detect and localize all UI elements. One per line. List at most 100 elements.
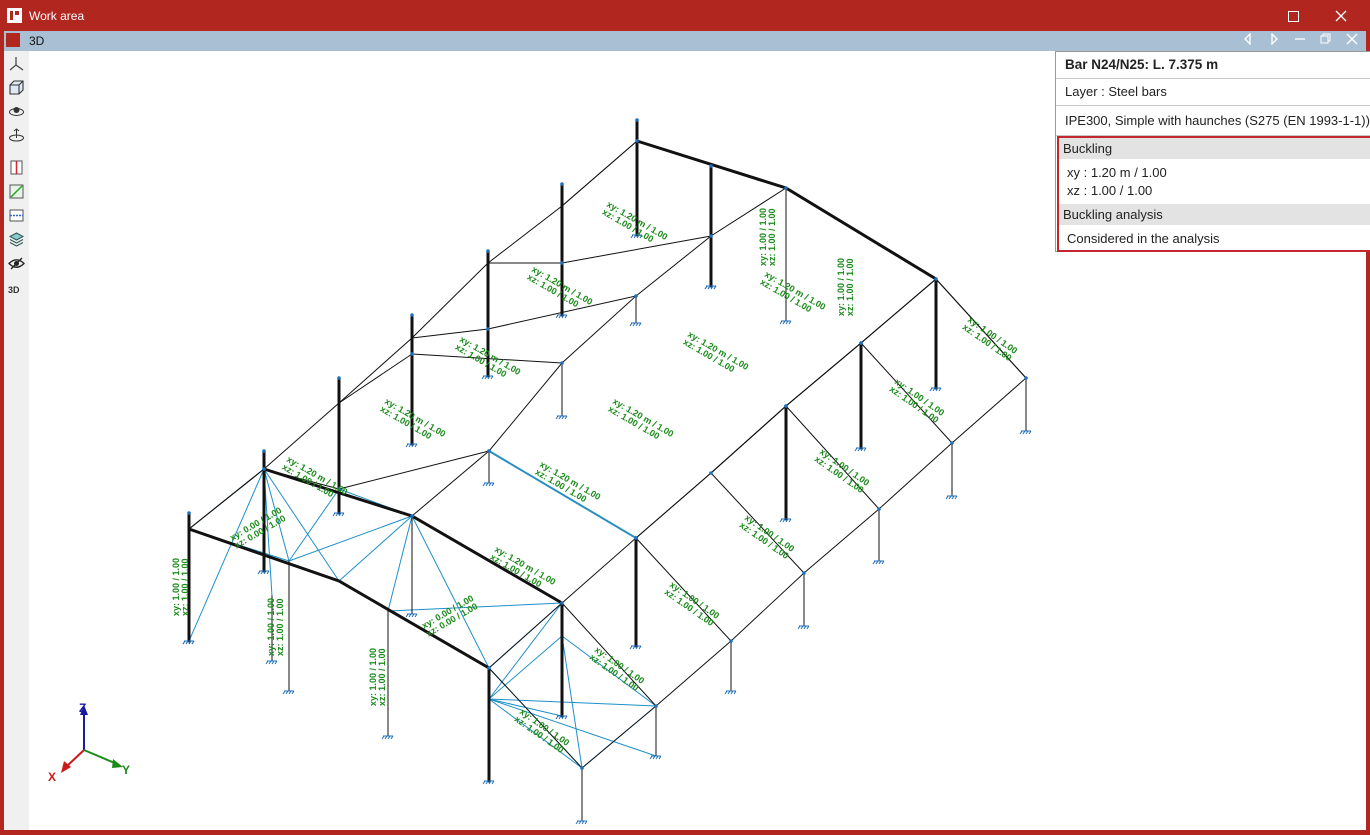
support-icon xyxy=(854,447,867,452)
support-icon xyxy=(929,387,942,392)
support-icon xyxy=(629,322,642,327)
support-icon xyxy=(282,690,295,695)
node-point xyxy=(560,361,564,365)
node-point xyxy=(934,277,938,281)
node-point xyxy=(410,352,414,356)
support-icon xyxy=(555,415,568,420)
restore-view-button[interactable] xyxy=(1314,31,1338,51)
node-point xyxy=(729,639,733,643)
node-point xyxy=(802,571,806,575)
chevron-left-icon xyxy=(1244,32,1251,46)
node-point xyxy=(262,467,266,471)
support-icon xyxy=(182,640,195,645)
bar-layer: Layer : Steel bars xyxy=(1056,79,1370,106)
node-point xyxy=(709,471,713,475)
node-point xyxy=(486,249,490,253)
axis-x-label: X xyxy=(48,770,56,781)
pan-icon[interactable] xyxy=(8,127,25,144)
node-point xyxy=(486,327,490,331)
node-point xyxy=(262,449,266,453)
bracing-member xyxy=(338,515,413,582)
node-point xyxy=(950,441,954,445)
axis-y-label: Y xyxy=(122,763,130,777)
frame-rafter xyxy=(411,328,489,339)
visibility-icon[interactable] xyxy=(8,255,25,272)
plane-icon[interactable] xyxy=(8,207,25,224)
3d-settings-icon[interactable]: 3D xyxy=(8,285,25,302)
orbit-icon[interactable] xyxy=(8,103,25,120)
view-tab-bar: 3D xyxy=(4,31,1366,51)
axis-triad: Z Y X xyxy=(48,701,130,781)
support-icon xyxy=(555,715,568,720)
rafter-label: xy: 1.20 m / 1.00xz: 1.00 / 1.00 xyxy=(601,199,670,250)
layers-icon[interactable] xyxy=(8,231,25,248)
view-tab-label[interactable]: 3D xyxy=(29,34,44,48)
rafter-far xyxy=(860,278,937,344)
support-icon xyxy=(257,570,270,575)
support-icon xyxy=(779,320,792,325)
support-icon xyxy=(629,645,642,650)
minimize-view-button[interactable] xyxy=(1288,31,1312,51)
prev-view-button[interactable] xyxy=(1236,31,1260,51)
close-button[interactable] xyxy=(1318,0,1364,31)
axes-icon[interactable] xyxy=(8,55,25,72)
node-point xyxy=(709,164,713,168)
rafter-label: xy: 1.20 m / 1.00xz: 1.00 / 1.00 xyxy=(489,544,558,595)
minimize-icon xyxy=(1295,38,1305,40)
rafter-label: xy: 1.20 m / 1.00xz: 1.00 / 1.00 xyxy=(759,269,828,320)
close-view-button[interactable] xyxy=(1340,31,1364,51)
bracing-member xyxy=(387,515,413,612)
selected-bar-n24-n25 xyxy=(488,450,637,539)
beam-label: xy: 1.00 / 1.00xz: 1.00 / 1.00 xyxy=(961,314,1019,363)
front-column-label: xy: 1.00 / 1.00xz: 1.00 / 1.00 xyxy=(266,598,285,656)
next-view-button[interactable] xyxy=(1262,31,1286,51)
support-icon xyxy=(575,820,588,825)
support-icon xyxy=(405,443,418,448)
bracing-member xyxy=(488,602,563,700)
maximize-button[interactable] xyxy=(1270,0,1316,31)
support-icon xyxy=(555,314,568,319)
close-view-icon xyxy=(1346,33,1358,45)
node-point xyxy=(560,261,564,265)
support-icon xyxy=(265,660,278,665)
rafter-far xyxy=(710,405,787,474)
section-icon[interactable] xyxy=(8,159,25,176)
buckling-analysis-title: Buckling analysis xyxy=(1059,204,1370,225)
front-column-label: xy: 1.00 / 1.00xz: 1.00 / 1.00 xyxy=(171,558,190,616)
buckling-highlight-box: Buckling xy : 1.20 m / 1.00 xz : 1.00 / … xyxy=(1057,136,1370,252)
app-logo-icon xyxy=(7,8,22,23)
support-icon xyxy=(405,613,418,618)
frame-rafter xyxy=(561,235,712,264)
bracing-member xyxy=(188,468,265,642)
bracing-member xyxy=(288,515,413,562)
node-point xyxy=(654,704,658,708)
rafter-far xyxy=(635,472,712,539)
gable-rafter-front xyxy=(188,527,490,670)
rafter-label: xy: 1.20 m / 1.00xz: 1.00 / 1.00 xyxy=(682,329,751,380)
model-3d-canvas[interactable]: xy: 1.20 m / 1.00xz: 1.00 / 1.00 xy: 1.20… xyxy=(29,51,1370,830)
bar-info-panel: Bar N24/N25: L. 7.375 m Layer : Steel ba… xyxy=(1055,51,1370,252)
window-title: Work area xyxy=(29,9,85,23)
buckling-xy: xy : 1.20 m / 1.00 xyxy=(1067,165,1167,180)
support-icon xyxy=(797,625,810,630)
support-icon xyxy=(704,285,717,290)
support-icon xyxy=(945,495,958,500)
node-point xyxy=(580,766,584,770)
front-column-label: xy: 1.00 / 1.00xz: 1.00 / 1.00 xyxy=(368,648,387,706)
node-point xyxy=(634,294,638,298)
vertical-toolbar: 3D xyxy=(4,51,30,830)
rafter-far xyxy=(785,342,862,407)
cube-view-icon[interactable] xyxy=(8,79,25,96)
node-point xyxy=(634,536,638,540)
node-point xyxy=(877,507,881,511)
beam-label: xy: 1.00 / 1.00xz: 1.00 / 1.00 xyxy=(588,644,646,693)
buckling-title: Buckling xyxy=(1059,138,1370,159)
diagonal-icon[interactable] xyxy=(8,183,25,200)
bracing-member xyxy=(488,635,563,700)
node-point xyxy=(337,376,341,380)
view-icon xyxy=(6,33,20,47)
beam-label: xy: 1.00 / 1.00xz: 1.00 / 1.00 xyxy=(813,446,871,495)
support-icon xyxy=(1019,430,1032,435)
support-icon xyxy=(779,518,792,523)
close-icon xyxy=(1335,10,1347,22)
